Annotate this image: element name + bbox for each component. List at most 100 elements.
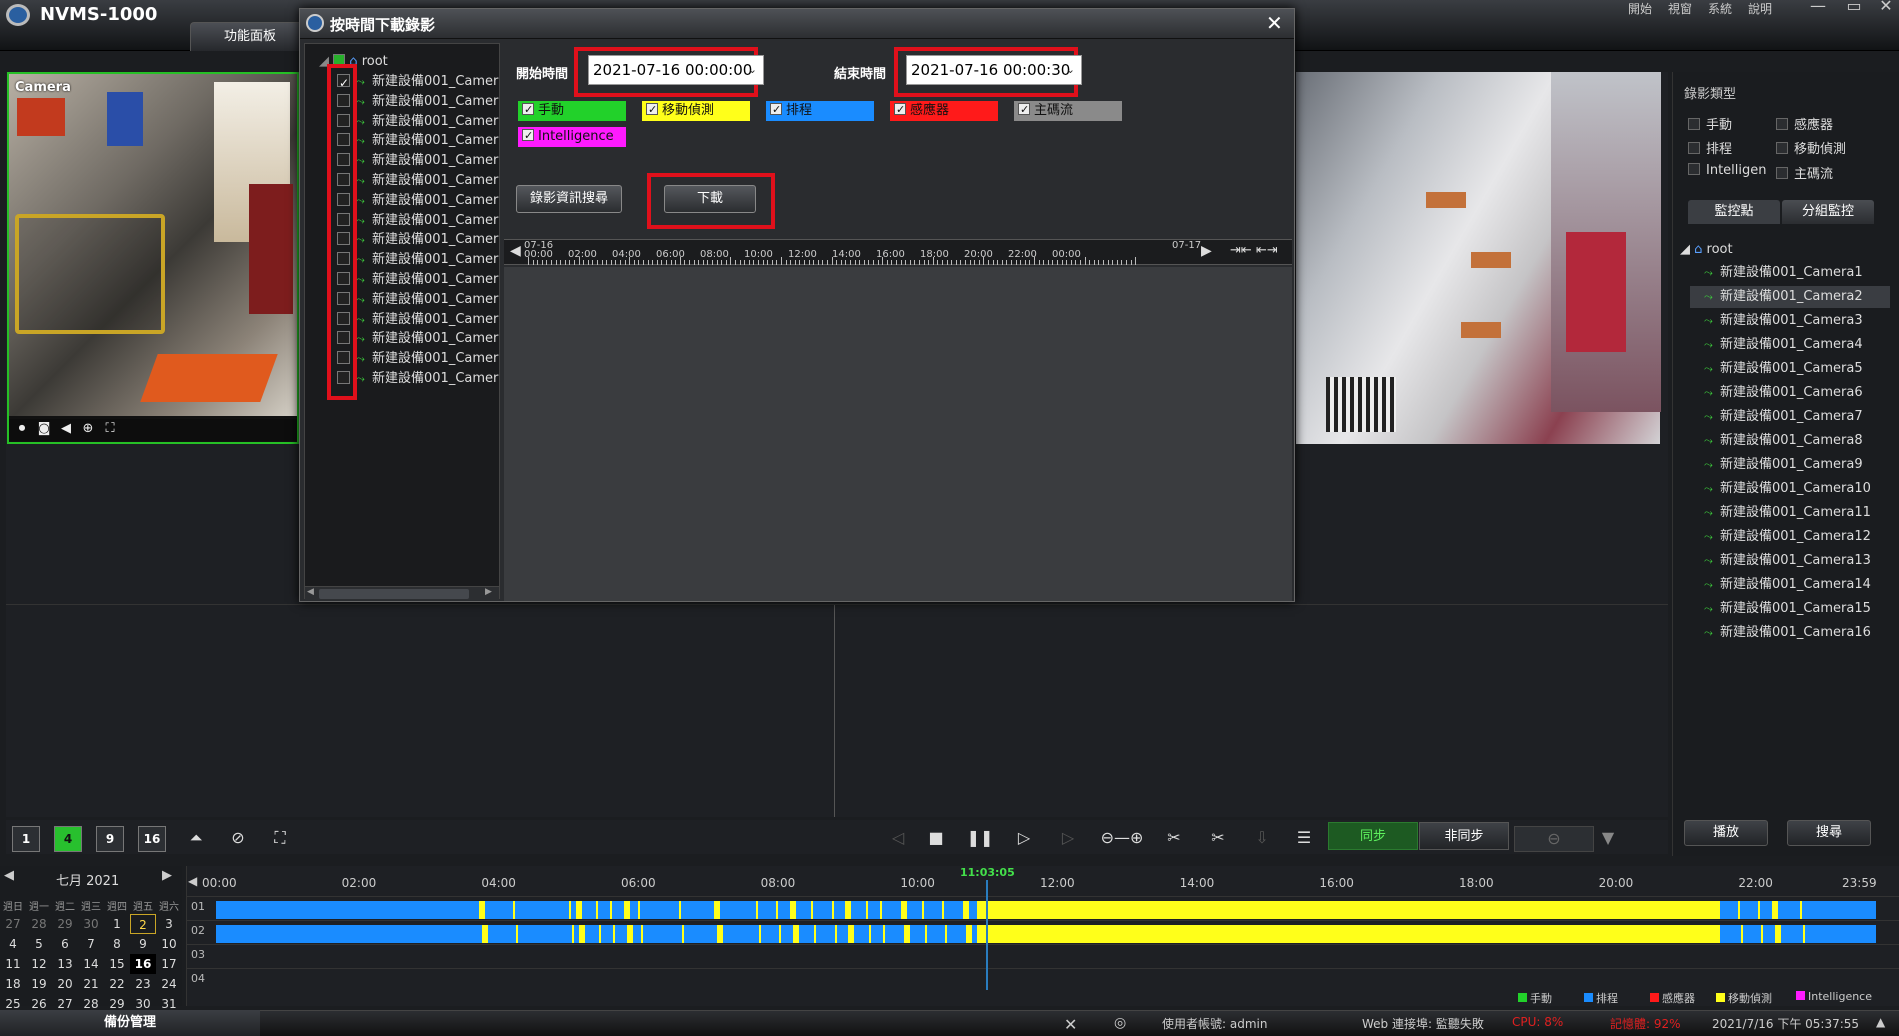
split-1-button[interactable]: 1	[12, 826, 40, 852]
menu-help[interactable]: 說明	[1748, 0, 1772, 17]
split-4-button[interactable]: 4	[54, 826, 82, 852]
calendar-day[interactable]: 22	[104, 974, 130, 994]
search-button[interactable]: 搜尋	[1787, 820, 1871, 846]
record-type-checkbox[interactable]: 移動偵測	[642, 100, 750, 121]
snapshot-icon[interactable]: ◙	[35, 421, 53, 437]
camera-list-item[interactable]: ⤳ 新建設備001_Camera11	[1690, 502, 1890, 524]
ruler-next-icon[interactable]: ▶	[1201, 243, 1212, 259]
camera-list-item[interactable]: ⤳ 新建設備001_Camera3	[1690, 310, 1890, 332]
expand-up-icon[interactable]: ▲	[1876, 1015, 1885, 1029]
calendar-day[interactable]: 24	[156, 974, 182, 994]
speed-slider-icon[interactable]: ⊖—⊕	[1092, 826, 1152, 852]
camera-list-item[interactable]: ⤳ 新建設備001_Camera10	[1690, 478, 1890, 500]
clip-icon[interactable]: ✂	[1160, 826, 1188, 852]
type-manual-checkbox[interactable]: 手動	[1688, 114, 1732, 133]
close-icon[interactable]: ✕	[1874, 0, 1898, 15]
timeline-left-icon[interactable]: ◀	[188, 874, 197, 888]
calendar-day[interactable]: 8	[104, 934, 130, 954]
record-icon[interactable]: ⏺	[13, 421, 31, 437]
calendar-day[interactable]: 30	[78, 914, 104, 934]
next-month-icon[interactable]: ▶	[162, 868, 172, 883]
play-button[interactable]: 播放	[1684, 820, 1768, 846]
calendar-day[interactable]: 28	[26, 914, 52, 934]
stop-icon[interactable]: ■	[922, 826, 950, 852]
zoom-out-icon[interactable]: ⇤⇥	[1256, 243, 1278, 258]
record-type-checkbox[interactable]: Intelligence	[518, 126, 626, 147]
ruler-prev-icon[interactable]: ◀	[510, 243, 521, 259]
calendar-day[interactable]: 14	[78, 954, 104, 974]
stop-all-icon[interactable]: ⊘	[224, 826, 252, 852]
record-type-checkbox[interactable]: 主碼流	[1014, 100, 1122, 121]
menu-window[interactable]: 視窗	[1668, 0, 1692, 17]
check-icon[interactable]	[646, 100, 658, 120]
tab-group-monitor[interactable]: 分組監控	[1782, 200, 1874, 224]
record-search-button[interactable]: 錄影資訊搜尋	[516, 185, 622, 213]
end-time-input[interactable]: 2021-07-16 00:00:30 ⌄	[906, 55, 1082, 85]
tree-scrollbar[interactable]: ◀ ▶	[305, 586, 499, 600]
chevron-down-icon[interactable]: ▼	[1594, 826, 1622, 852]
type-schedule-checkbox[interactable]: 排程	[1688, 138, 1732, 157]
calendar-day[interactable]: 15	[104, 954, 130, 974]
next-frame-icon[interactable]: ▷	[1054, 826, 1082, 852]
dialog-time-ruler[interactable]: ◀ 07-16 07-17 00:00 02:00 04:00 06:00 08:00 1…	[504, 239, 1292, 265]
calendar-day[interactable]: 27	[0, 914, 26, 934]
calendar-day[interactable]: 19	[26, 974, 52, 994]
type-motion-checkbox[interactable]: 移動偵測	[1776, 138, 1846, 157]
async-button[interactable]: 非同步	[1419, 822, 1509, 850]
tree-root[interactable]: ◢ ⌂ root	[1680, 242, 1733, 257]
download-icon[interactable]: ⇩	[1248, 826, 1276, 852]
dialog-camera-item[interactable]: ⤳ 新建設備001_Camer	[337, 367, 499, 391]
calendar-day[interactable]: 17	[156, 954, 182, 974]
fullscreen-icon[interactable]: ⛶	[101, 421, 119, 437]
type-mainstream-checkbox[interactable]: 主碼流	[1776, 163, 1833, 182]
split-16-button[interactable]: 16	[138, 826, 166, 852]
camera-list-item[interactable]: ⤳ 新建設備001_Camera5	[1690, 358, 1890, 380]
type-sensor-checkbox[interactable]: 感應器	[1776, 114, 1833, 133]
tab-function-panel[interactable]: 功能面板	[190, 22, 310, 51]
tab-monitor-points[interactable]: 監控點	[1688, 200, 1780, 224]
start-time-input[interactable]: 2021-07-16 00:00:00 ⌄	[588, 55, 764, 85]
type-intelligence-checkbox[interactable]: Intelligen	[1688, 163, 1767, 178]
cut-icon[interactable]: ✂	[1204, 826, 1232, 852]
rewind-icon[interactable]: ◁	[884, 826, 912, 852]
calendar-day[interactable]: 20	[52, 974, 78, 994]
play-icon[interactable]: ▷	[1010, 826, 1038, 852]
calendar-day[interactable]: 21	[78, 974, 104, 994]
dialog-close-icon[interactable]: ✕	[1266, 11, 1283, 35]
calendar-day[interactable]: 3	[156, 914, 182, 934]
record-type-checkbox[interactable]: 感應器	[890, 100, 998, 121]
camera-list-item[interactable]: ⤳ 新建設備001_Camera15	[1690, 598, 1890, 620]
camera-list-item[interactable]: ⤳ 新建設備001_Camera2	[1690, 286, 1890, 308]
menu-start[interactable]: 開始	[1628, 0, 1652, 17]
calendar-day[interactable]: 4	[0, 934, 26, 954]
calendar-day[interactable]: 10	[156, 934, 182, 954]
camera-tile-1[interactable]: Camera ⏺ ◙ ◀ ⊕ ⛶	[7, 72, 299, 444]
sync-button[interactable]: 同步	[1328, 822, 1418, 850]
list-icon[interactable]: ☰	[1290, 826, 1318, 852]
backup-management-tab[interactable]: 備份管理	[0, 1010, 260, 1036]
calendar-day[interactable]: 16	[130, 954, 156, 974]
calendar-day[interactable]: 2	[130, 914, 156, 934]
current-time-marker[interactable]	[986, 880, 988, 990]
camera-list-item[interactable]: ⤳ 新建設備001_Camera4	[1690, 334, 1890, 356]
calendar-day[interactable]: 18	[0, 974, 26, 994]
camera-list-item[interactable]: ⤳ 新建設備001_Camera7	[1690, 406, 1890, 428]
timeline-channel-row[interactable]	[186, 968, 1899, 990]
camera-list-item[interactable]: ⤳ 新建設備001_Camera13	[1690, 550, 1890, 572]
camera-list-item[interactable]: ⤳ 新建設備001_Camera6	[1690, 382, 1890, 404]
minimize-icon[interactable]: —	[1806, 0, 1830, 15]
calendar-day[interactable]: 6	[52, 934, 78, 954]
check-icon[interactable]	[894, 100, 906, 120]
maximize-icon[interactable]: ▭	[1842, 0, 1866, 15]
fullscreen-icon[interactable]: ⛶	[266, 826, 294, 852]
camera-list-item[interactable]: ⤳ 新建設備001_Camera8	[1690, 430, 1890, 452]
camera-tile-2[interactable]	[1296, 72, 1661, 444]
calendar-day[interactable]: 29	[52, 914, 78, 934]
calendar-day[interactable]: 5	[26, 934, 52, 954]
check-icon[interactable]	[522, 126, 534, 146]
expand-icon[interactable]: ◢	[1680, 242, 1694, 257]
record-type-checkbox[interactable]: 手動	[518, 100, 626, 121]
timeline-channel-row[interactable]	[186, 944, 1899, 966]
pause-icon[interactable]: ❚❚	[966, 826, 994, 852]
calendar-day[interactable]: 13	[52, 954, 78, 974]
